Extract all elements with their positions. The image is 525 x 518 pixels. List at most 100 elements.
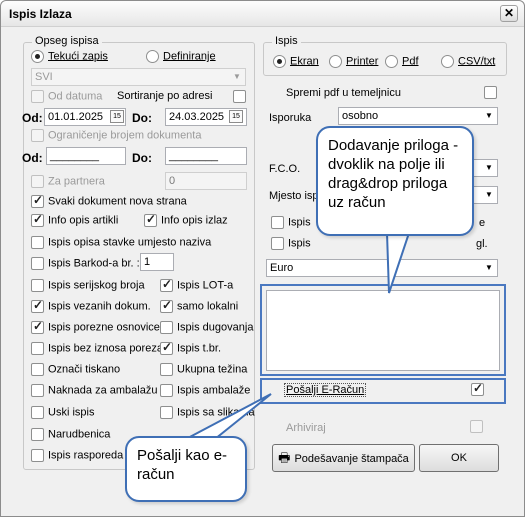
oznaci-tiskano-box[interactable] bbox=[31, 363, 44, 376]
radio-csv-indicator[interactable] bbox=[441, 55, 454, 68]
ispis-vezanih-box[interactable] bbox=[31, 298, 44, 313]
samo-lokalni-box[interactable] bbox=[160, 298, 173, 313]
radio-ekran[interactable]: Ekran bbox=[273, 55, 319, 68]
za-partnera-checkbox[interactable]: Za partnera bbox=[31, 175, 105, 188]
info-opis-artikli-box[interactable] bbox=[31, 212, 44, 227]
od-label: Od: bbox=[22, 111, 43, 125]
ispis-bez-iznosa-checkbox[interactable]: Ispis bez iznosa poreza bbox=[31, 342, 163, 355]
ispis-dugovanja-checkbox[interactable]: Ispis dugovanja bbox=[160, 321, 253, 334]
info-opis-artikli-checkbox[interactable]: Info opis artikli bbox=[31, 212, 118, 227]
ispis-b-box[interactable] bbox=[271, 237, 284, 250]
ispis-sa-slikama-box[interactable] bbox=[160, 406, 173, 419]
do2-value: ________ bbox=[169, 150, 218, 162]
ispis-a-checkbox[interactable]: Ispis bbox=[271, 216, 311, 229]
radio-printer[interactable]: Printer bbox=[329, 55, 378, 68]
radio-pdf-indicator[interactable] bbox=[385, 55, 398, 68]
title-bar[interactable]: Ispis Izlaza ✕ bbox=[1, 1, 524, 27]
naknada-box[interactable] bbox=[31, 384, 44, 397]
ok-button[interactable]: OK bbox=[419, 444, 499, 472]
posalji-eracun-checkbox[interactable] bbox=[471, 381, 488, 396]
arhiviraj-box[interactable] bbox=[470, 420, 483, 433]
sortiranje-checkbox[interactable] bbox=[233, 90, 250, 103]
radio-definiranje[interactable]: Definiranje bbox=[146, 50, 216, 63]
do-label: Do: bbox=[132, 111, 152, 125]
chevron-down-icon: ▼ bbox=[233, 72, 241, 81]
svi-combo[interactable]: SVI ▼ bbox=[31, 68, 246, 86]
arhiviraj-checkbox[interactable] bbox=[470, 420, 487, 433]
za-partnera-box[interactable] bbox=[31, 175, 44, 188]
uski-ispis-box[interactable] bbox=[31, 406, 44, 419]
ispis-sa-slikama-checkbox[interactable]: Ispis sa slikama bbox=[160, 406, 255, 419]
oznaci-tiskano-checkbox[interactable]: Označi tiskano bbox=[31, 363, 120, 376]
ispis-serijskog-box[interactable] bbox=[31, 279, 44, 292]
za-partnera-input[interactable]: 0 bbox=[165, 172, 247, 190]
ukupna-tezina-checkbox[interactable]: Ukupna težina bbox=[160, 363, 247, 376]
ogranicenje-checkbox[interactable]: Ograničenje brojem dokumenta bbox=[31, 129, 201, 142]
radio-printer-indicator[interactable] bbox=[329, 55, 342, 68]
ispis-a-box[interactable] bbox=[271, 216, 284, 229]
calendar-icon-from[interactable]: 15 bbox=[110, 110, 124, 123]
radio-tekuci-zapis[interactable]: Tekući zapis bbox=[31, 50, 108, 63]
ispis-opisa-stavke-box[interactable] bbox=[31, 236, 44, 249]
od2-input[interactable]: ________ bbox=[46, 147, 126, 165]
ispis-ambalaze-checkbox[interactable]: Ispis ambalaže bbox=[160, 384, 250, 397]
radio-definiranje-indicator[interactable] bbox=[146, 50, 159, 63]
samo-lokalni-checkbox[interactable]: samo lokalni bbox=[160, 298, 238, 313]
ispis-porezne-box[interactable] bbox=[31, 319, 44, 334]
close-button[interactable]: ✕ bbox=[500, 5, 518, 22]
uski-ispis-checkbox[interactable]: Uski ispis bbox=[31, 406, 94, 419]
sortiranje-box[interactable] bbox=[233, 90, 246, 103]
ispis-rasporeda-box[interactable] bbox=[31, 449, 44, 462]
ukupna-tezina-label: Ukupna težina bbox=[177, 363, 248, 376]
attachments-drop-area[interactable] bbox=[266, 290, 500, 371]
ispis-barkod-box[interactable] bbox=[31, 257, 44, 270]
od-datuma-box[interactable] bbox=[31, 90, 44, 103]
ispis-bez-iznosa-box[interactable] bbox=[31, 342, 44, 355]
radio-ekran-indicator[interactable] bbox=[273, 55, 286, 68]
date-to-value: 24.03.2025 bbox=[169, 111, 225, 123]
svaki-dokument-checkbox[interactable]: Svaki dokument nova strana bbox=[31, 193, 187, 208]
ispis-b-tail: gl. bbox=[476, 238, 488, 250]
info-opis-izlaz-checkbox[interactable]: Info opis izlaz bbox=[144, 212, 228, 227]
ispis-vezanih-checkbox[interactable]: Ispis vezanih dokum. bbox=[31, 298, 151, 313]
ispis-rasporeda-checkbox[interactable]: Ispis rasporeda s bbox=[31, 449, 132, 462]
window-title: Ispis Izlaza bbox=[9, 7, 72, 21]
currency-combo[interactable]: Euro ▼ bbox=[266, 259, 498, 277]
ispis-opisa-stavke-checkbox[interactable]: Ispis opisa stavke umjesto naziva bbox=[31, 236, 211, 249]
ispis-sa-slikama-label: Ispis sa slikama bbox=[177, 406, 255, 419]
info-opis-izlaz-box[interactable] bbox=[144, 212, 157, 227]
ispis-barkod-checkbox[interactable]: Ispis Barkod-a br. : bbox=[31, 257, 140, 270]
isporuka-combo[interactable]: osobno ▼ bbox=[338, 107, 498, 125]
calendar-from-label: 15 bbox=[113, 113, 121, 120]
radio-csv[interactable]: CSV/txt bbox=[441, 55, 495, 68]
callout-eracun: Pošalji kao e-račun bbox=[125, 436, 247, 502]
spremi-pdf-checkbox[interactable] bbox=[484, 86, 501, 99]
spremi-pdf-box[interactable] bbox=[484, 86, 497, 99]
ispis-porezne-checkbox[interactable]: Ispis porezne osnovice bbox=[31, 319, 160, 334]
radio-csv-label: CSV/txt bbox=[458, 55, 496, 68]
ispis-tbr-box[interactable] bbox=[160, 340, 173, 355]
radio-pdf[interactable]: Pdf bbox=[385, 55, 419, 68]
naknada-checkbox[interactable]: Naknada za ambalažu bbox=[31, 384, 157, 397]
podesavanje-button[interactable]: 🖶 Podešavanje štampača bbox=[272, 444, 415, 472]
ispis-a-tail: e bbox=[479, 217, 486, 229]
ogranicenje-box[interactable] bbox=[31, 129, 44, 142]
svaki-dokument-box[interactable] bbox=[31, 193, 44, 208]
ukupna-tezina-box[interactable] bbox=[160, 363, 173, 376]
calendar-icon-to[interactable]: 15 bbox=[229, 110, 243, 123]
ispis-tbr-checkbox[interactable]: Ispis t.br. bbox=[160, 340, 221, 355]
od-datuma-checkbox[interactable]: Od datuma bbox=[31, 90, 102, 103]
ok-label: OK bbox=[451, 452, 467, 464]
narudbenica-checkbox[interactable]: Narudbenica bbox=[31, 428, 110, 441]
radio-tekuci-indicator[interactable] bbox=[31, 50, 44, 63]
do2-input[interactable]: ________ bbox=[165, 147, 247, 165]
ispis-dugovanja-box[interactable] bbox=[160, 321, 173, 334]
ispis-serijskog-checkbox[interactable]: Ispis serijskog broja bbox=[31, 279, 145, 292]
narudbenica-box[interactable] bbox=[31, 428, 44, 441]
ispis-lot-checkbox[interactable]: Ispis LOT-a bbox=[160, 277, 233, 292]
ispis-lot-box[interactable] bbox=[160, 277, 173, 292]
barkod-input[interactable]: 1 bbox=[140, 253, 174, 271]
ispis-ambalaze-box[interactable] bbox=[160, 384, 173, 397]
posalji-eracun-box[interactable] bbox=[471, 381, 484, 396]
ispis-b-checkbox[interactable]: Ispis bbox=[271, 237, 311, 250]
